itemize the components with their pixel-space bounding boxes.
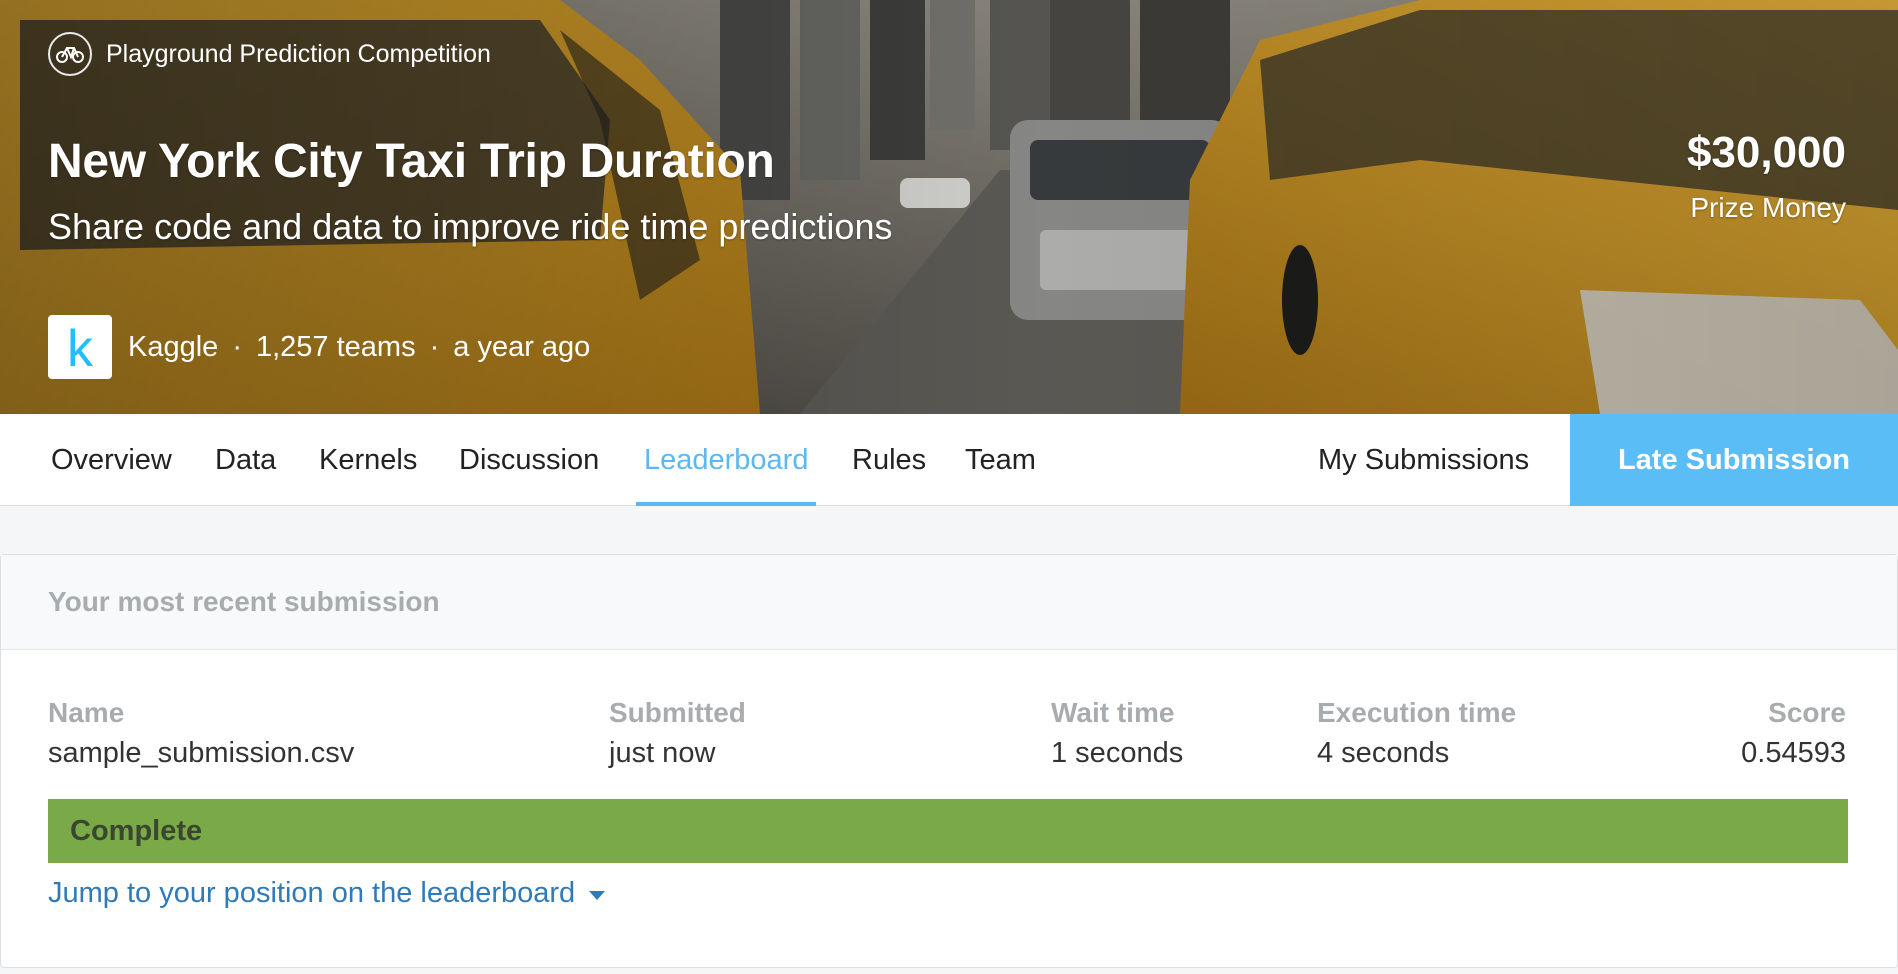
score-header: Score: [1768, 697, 1846, 728]
logo-letter: k: [67, 320, 93, 378]
team-count: 1,257 teams: [255, 330, 416, 363]
competition-type-label: Playground Prediction Competition: [106, 39, 491, 68]
separator-dot: ·: [232, 330, 242, 363]
score-value: 0.54593: [1741, 737, 1846, 769]
prize-amount: $30,000: [1686, 128, 1846, 177]
submission-name-col: Name sample_submission.csv: [48, 697, 354, 770]
tab-kernels[interactable]: Kernels: [319, 414, 417, 506]
competition-nav: Overview Data Kernels Discussion Leaderb…: [0, 414, 1898, 506]
bicycle-icon: [48, 32, 92, 76]
card-header: Your most recent submission: [1, 555, 1897, 650]
competition-title: New York City Taxi Trip Duration: [48, 135, 775, 188]
tab-team[interactable]: Team: [965, 414, 1036, 506]
my-submissions-link[interactable]: My Submissions: [1318, 414, 1529, 506]
time-ago: a year ago: [453, 330, 591, 363]
jump-to-position-link[interactable]: Jump to your position on the leaderboard: [48, 877, 606, 910]
tab-leaderboard[interactable]: Leaderboard: [635, 414, 817, 506]
competition-type: Playground Prediction Competition: [48, 32, 491, 76]
wait-time-header: Wait time: [1051, 697, 1175, 728]
recent-submission-card: Your most recent submission Name sample_…: [0, 554, 1898, 968]
execution-time-header: Execution time: [1317, 697, 1517, 728]
jump-link-label: Jump to your position on the leaderboard: [48, 877, 576, 909]
wait-time-value: 1 seconds: [1051, 737, 1184, 769]
name-header: Name: [48, 697, 125, 728]
submitted-header: Submitted: [609, 697, 746, 728]
prize-label: Prize Money: [1690, 192, 1846, 223]
score-col: Score 0.54593: [1741, 697, 1846, 770]
wait-time-col: Wait time 1 seconds: [1051, 697, 1183, 770]
submission-status-bar: Complete: [48, 799, 1848, 863]
late-submission-button[interactable]: Late Submission: [1570, 414, 1898, 506]
competition-header: Playground Prediction Competition New Yo…: [0, 0, 1898, 414]
status-label: Complete: [70, 814, 203, 847]
tab-overview[interactable]: Overview: [51, 414, 172, 506]
execution-time-col: Execution time 4 seconds: [1317, 697, 1516, 770]
tab-data[interactable]: Data: [215, 414, 276, 506]
tab-discussion[interactable]: Discussion: [459, 414, 599, 506]
submitted-col: Submitted just now: [609, 697, 746, 770]
card-heading: Your most recent submission: [48, 586, 440, 617]
prize-info: $30,000 Prize Money: [1687, 128, 1846, 224]
separator-dot: ·: [429, 330, 440, 363]
tab-rules[interactable]: Rules: [852, 414, 926, 506]
submitted-value: just now: [609, 737, 716, 769]
execution-time-value: 4 seconds: [1317, 737, 1450, 769]
competition-subtitle: Share code and data to improve ride time…: [48, 206, 893, 247]
kaggle-logo-icon[interactable]: k: [48, 315, 112, 379]
caret-down-icon: [589, 891, 606, 900]
host-info: k Kaggle · 1,257 teams · a year ago: [48, 315, 590, 379]
host-name[interactable]: Kaggle: [128, 331, 218, 364]
submission-file-name: sample_submission.csv: [48, 737, 355, 769]
